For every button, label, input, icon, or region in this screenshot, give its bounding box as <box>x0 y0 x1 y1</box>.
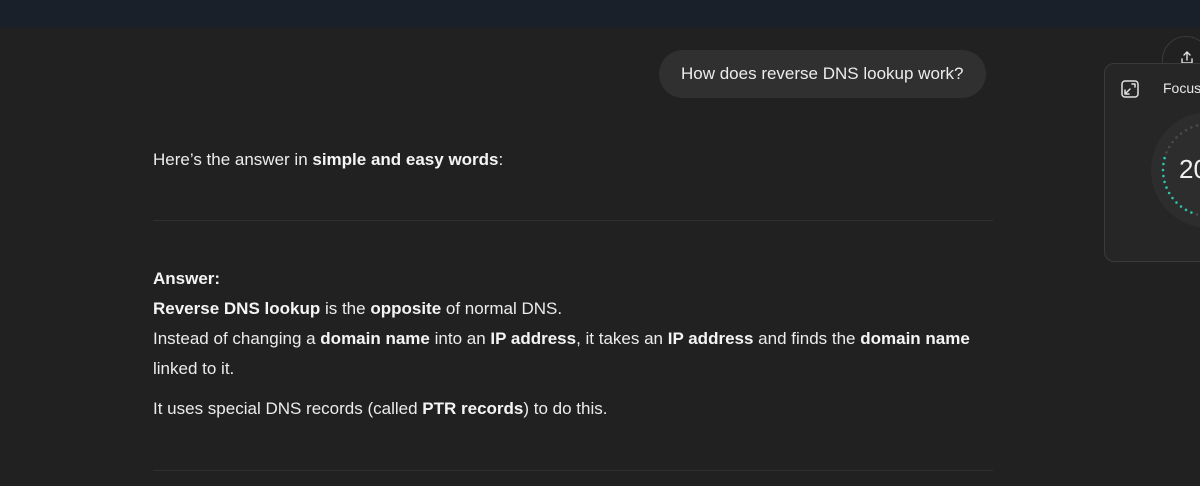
timer-tick <box>1162 162 1165 166</box>
bold-term: domain name <box>320 329 430 348</box>
bold-term: domain name <box>860 329 970 348</box>
timer-tick <box>1195 124 1199 127</box>
timer-tick <box>1195 213 1199 216</box>
text-segment: into an <box>429 329 491 348</box>
focus-timer-panel: Focus 20 <box>1104 63 1200 262</box>
timer-tick <box>1165 186 1168 189</box>
bold-term: IP address <box>667 329 754 348</box>
timer-tick <box>1179 205 1183 208</box>
timer-tick <box>1171 196 1174 200</box>
bold-term: Reverse DNS lookup <box>153 299 321 318</box>
text-segment: and finds the <box>753 329 861 348</box>
text-segment: ) to do this. <box>523 399 608 418</box>
focus-label: Focus <box>1163 80 1200 96</box>
answer-line-1: Reverse DNS lookup is the opposite of no… <box>153 294 993 324</box>
bold-term: IP address <box>490 329 577 348</box>
bold-term: PTR records <box>422 399 524 418</box>
timer-tick <box>1171 140 1174 144</box>
intro-bold: simple and easy words <box>312 150 499 169</box>
timer-value: 20 <box>1179 154 1200 184</box>
text-segment: , it takes an <box>576 329 668 348</box>
text-segment: It uses special DNS records (called <box>153 399 423 418</box>
intro-text: Here’s the answer in <box>153 150 313 169</box>
timer-tick <box>1175 136 1178 139</box>
timer-tick <box>1184 208 1188 212</box>
timer-tick <box>1167 191 1171 195</box>
answer-line-3: It uses special DNS records (called PTR … <box>153 394 993 424</box>
timer-tick <box>1190 211 1193 214</box>
text-segment: of normal DNS. <box>441 299 563 318</box>
divider <box>153 470 993 471</box>
timer-tick <box>1190 126 1193 129</box>
timer-tick <box>1179 132 1183 135</box>
user-message-text: How does reverse DNS lookup work? <box>681 64 964 83</box>
timer-tick <box>1175 201 1178 204</box>
timer-tick <box>1161 168 1165 172</box>
answer-heading: Answer: <box>153 264 993 294</box>
timer-tick <box>1184 128 1188 132</box>
text-segment: is the <box>320 299 371 318</box>
answer-heading-text: Answer: <box>153 269 221 288</box>
top-bar <box>0 0 1200 28</box>
user-message-bubble: How does reverse DNS lookup work? <box>659 50 986 98</box>
bold-term: opposite <box>370 299 442 318</box>
text-segment: linked to it. <box>153 359 235 378</box>
text-segment: Instead of changing a <box>153 329 321 348</box>
chat-area: How does reverse DNS lookup work? Here’s… <box>0 28 1200 486</box>
timer-tick <box>1162 174 1165 178</box>
answer-line-2: Instead of changing a domain name into a… <box>153 324 993 384</box>
timer-tick <box>1165 151 1168 154</box>
timer-tick <box>1163 156 1166 160</box>
divider <box>153 220 993 221</box>
timer-tick <box>1167 145 1171 149</box>
answer-block: Answer: Reverse DNS lookup is the opposi… <box>153 264 993 424</box>
minimize-window-icon[interactable] <box>1120 79 1140 99</box>
intro-end: : <box>498 150 504 169</box>
timer-tick <box>1163 180 1166 184</box>
answer-intro: Here’s the answer in simple and easy wor… <box>153 145 503 175</box>
